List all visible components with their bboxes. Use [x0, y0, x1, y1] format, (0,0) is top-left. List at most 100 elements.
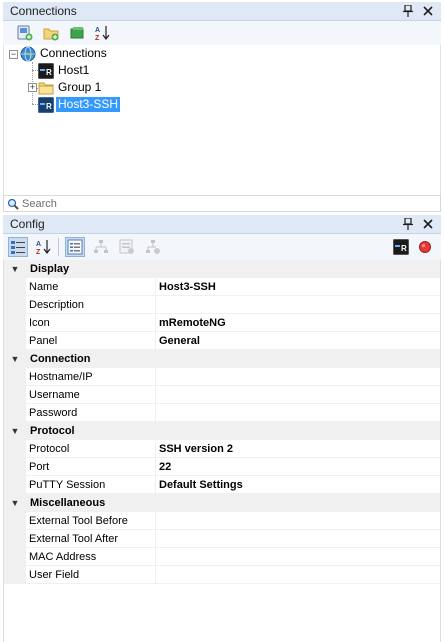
category-connection[interactable]: ▼ Connection: [4, 350, 440, 368]
expand-all-icon[interactable]: [67, 23, 87, 43]
row-gutter: [4, 314, 26, 332]
config-panel-title: Config: [10, 217, 45, 231]
property-name: External Tool Before: [26, 512, 156, 530]
property-name: Password: [26, 404, 156, 422]
row-gutter: [4, 404, 26, 422]
property-value[interactable]: [156, 512, 440, 530]
category-display[interactable]: ▼ Display: [4, 260, 440, 278]
row-gutter: [4, 566, 26, 584]
tree-root[interactable]: Connections: [20, 45, 109, 62]
property-row[interactable]: Username: [4, 386, 440, 404]
svg-text:A: A: [95, 27, 100, 34]
property-row[interactable]: PuTTY Session Default Settings: [4, 476, 440, 494]
connections-panel-title: Connections: [10, 4, 77, 18]
alphabetical-icon[interactable]: AZ: [34, 237, 54, 257]
tree-item-host3-ssh[interactable]: R Host3-SSH: [38, 96, 121, 113]
search-icon: [7, 198, 19, 210]
category-label: Miscellaneous: [30, 497, 106, 509]
property-value[interactable]: [156, 566, 440, 584]
property-name: Protocol: [26, 440, 156, 458]
property-row[interactable]: Password: [4, 404, 440, 422]
property-value[interactable]: Host3-SSH: [156, 278, 440, 296]
property-value[interactable]: General: [156, 332, 440, 350]
row-gutter: [4, 278, 26, 296]
property-row[interactable]: Port 22: [4, 458, 440, 476]
row-gutter: [4, 368, 26, 386]
property-name: Username: [26, 386, 156, 404]
default-inheritance-icon[interactable]: [143, 237, 163, 257]
property-value[interactable]: SSH version 2: [156, 440, 440, 458]
row-gutter: [4, 386, 26, 404]
property-name: Name: [26, 278, 156, 296]
property-value[interactable]: [156, 548, 440, 566]
close-icon[interactable]: [421, 4, 435, 18]
root-collapse-toggle[interactable]: −: [9, 50, 18, 59]
search-input[interactable]: [22, 197, 422, 210]
globe-icon: [20, 46, 38, 62]
property-row[interactable]: Icon mRemoteNG: [4, 314, 440, 332]
row-gutter: [4, 548, 26, 566]
property-value[interactable]: Default Settings: [156, 476, 440, 494]
property-name: Hostname/IP: [26, 368, 156, 386]
collapse-icon[interactable]: ▼: [4, 260, 26, 278]
property-value[interactable]: [156, 386, 440, 404]
categorized-icon[interactable]: [8, 237, 28, 257]
property-value[interactable]: [156, 404, 440, 422]
config-panel-title-bar: Config: [3, 215, 441, 234]
row-gutter: [4, 458, 26, 476]
property-row[interactable]: Name Host3-SSH: [4, 278, 440, 296]
property-value[interactable]: 22: [156, 458, 440, 476]
tree-item-host1[interactable]: R Host1: [38, 62, 91, 79]
row-gutter: [4, 476, 26, 494]
pin-icon[interactable]: [401, 4, 415, 18]
row-gutter: [4, 440, 26, 458]
connections-toolbar: AZ: [3, 21, 441, 45]
properties-icon[interactable]: [65, 237, 85, 257]
property-row[interactable]: Hostname/IP: [4, 368, 440, 386]
tree-root-label: Connections: [40, 46, 107, 60]
property-row[interactable]: MAC Address: [4, 548, 440, 566]
folder-icon: [38, 80, 56, 96]
svg-text:A: A: [36, 241, 41, 248]
record-icon[interactable]: [415, 237, 435, 257]
collapse-icon[interactable]: ▼: [4, 422, 26, 440]
property-value[interactable]: [156, 296, 440, 314]
svg-text:Z: Z: [95, 35, 100, 41]
close-icon[interactable]: [421, 217, 435, 231]
property-grid: ▼ Display Name Host3-SSH Description Icon…: [3, 260, 441, 642]
property-name: User Field: [26, 566, 156, 584]
property-row[interactable]: External Tool After: [4, 530, 440, 548]
property-value[interactable]: [156, 368, 440, 386]
category-miscellaneous[interactable]: ▼ Miscellaneous: [4, 494, 440, 512]
group-expand-toggle[interactable]: +: [28, 83, 37, 92]
property-row[interactable]: User Field: [4, 566, 440, 584]
host-status-icon[interactable]: R: [391, 237, 411, 257]
property-name: Description: [26, 296, 156, 314]
collapse-icon[interactable]: ▼: [4, 350, 26, 368]
svg-text:R: R: [46, 102, 52, 111]
category-protocol[interactable]: ▼ Protocol: [4, 422, 440, 440]
inheritance-icon[interactable]: [91, 237, 111, 257]
property-name: Panel: [26, 332, 156, 350]
toolbar-separator: [58, 238, 59, 256]
property-row[interactable]: External Tool Before: [4, 512, 440, 530]
new-connection-icon[interactable]: [15, 23, 35, 43]
default-properties-icon[interactable]: [117, 237, 137, 257]
collapse-icon[interactable]: ▼: [4, 494, 26, 512]
sort-ascending-icon[interactable]: AZ: [93, 23, 113, 43]
property-value[interactable]: mRemoteNG: [156, 314, 440, 332]
property-row[interactable]: Protocol SSH version 2: [4, 440, 440, 458]
new-folder-icon[interactable]: [41, 23, 61, 43]
config-toolbar: AZ R: [3, 234, 441, 260]
tree-item-label: Host1: [58, 63, 90, 77]
property-row[interactable]: Panel General: [4, 332, 440, 350]
tree-item-group-1[interactable]: Group 1: [38, 79, 103, 96]
pin-icon[interactable]: [401, 217, 415, 231]
property-row[interactable]: Description: [4, 296, 440, 314]
row-gutter: [4, 512, 26, 530]
category-label: Display: [30, 263, 70, 275]
property-value[interactable]: [156, 530, 440, 548]
property-name: PuTTY Session: [26, 476, 156, 494]
search-box[interactable]: [3, 195, 441, 212]
property-name: MAC Address: [26, 548, 156, 566]
